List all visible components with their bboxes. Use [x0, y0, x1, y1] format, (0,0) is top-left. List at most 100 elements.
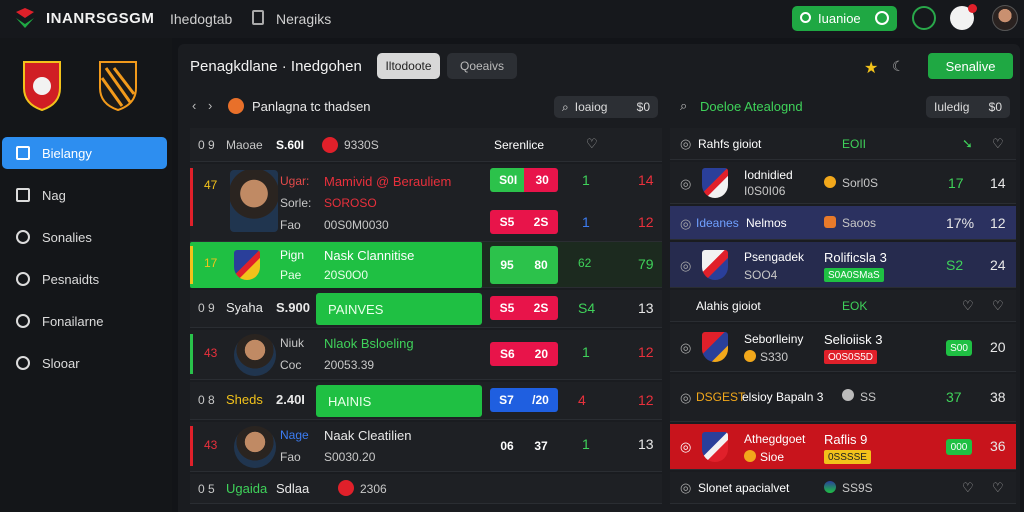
- table-row[interactable]: 43 Nage Naak Cleatilien Fao S0030.20 06 …: [190, 422, 662, 472]
- row-sub-label: Fao: [280, 450, 301, 464]
- bell-icon[interactable]: [912, 6, 936, 30]
- row-sub: Sorl0S: [842, 176, 879, 190]
- table-row[interactable]: 43 Niuk Nlaok Bsloeling Coc 20053.39 S6 …: [190, 330, 662, 380]
- header-action-label: Iuanioe: [818, 11, 861, 26]
- score-home: S0I: [499, 173, 518, 187]
- table-row[interactable]: ◎ Slonet apacialvet SS9S ♡ ♡: [670, 472, 1016, 504]
- sub-name: Maoae: [226, 138, 263, 152]
- refresh-icon: [875, 11, 889, 25]
- target-icon: ◎: [680, 340, 692, 355]
- row-line: SOO4: [744, 268, 778, 282]
- target-icon: ◎: [680, 439, 692, 454]
- table-row[interactable]: ◎ Rahfs gioiot EOII ➘ ♡: [670, 128, 1016, 160]
- heart-icon[interactable]: ♡: [962, 298, 974, 314]
- stat-value: 1: [582, 344, 590, 360]
- table-row[interactable]: ◎ DSGEST elsioy Bapaln 3 SS 37 38: [670, 374, 1016, 422]
- row-tag: S0A0SMaS: [824, 268, 884, 282]
- document-icon[interactable]: [252, 10, 264, 25]
- club-crest-icon: [99, 61, 137, 112]
- heart-icon[interactable]: ♡: [962, 480, 974, 496]
- chevron-right-icon[interactable]: ›: [208, 98, 212, 113]
- row-sub-label: Sorle:: [280, 196, 312, 210]
- score-away: 37: [534, 439, 548, 453]
- table-row[interactable]: Alahis gioiot EOK ♡ ♡: [670, 290, 1016, 322]
- score-box: S7 /20: [490, 388, 558, 412]
- score-away: 80: [534, 258, 548, 272]
- sidebar-item-label: Fonailarne: [42, 313, 104, 329]
- sidebar-item-0[interactable]: Bielangy: [2, 137, 167, 169]
- row-status-block[interactable]: PAINVES: [316, 293, 482, 325]
- team-icon: [228, 98, 244, 114]
- chevron-left-icon[interactable]: ‹: [192, 98, 196, 113]
- sidebar-item-1[interactable]: Nag: [2, 179, 167, 211]
- table-row[interactable]: 47 Ugar: Mamivid @ Berauliem Sorle: SORO…: [190, 164, 662, 242]
- stat-value: 38: [990, 389, 1006, 405]
- coin-icon: [842, 389, 854, 401]
- row-sub-label: Pae: [280, 268, 302, 282]
- sidebar-item-4[interactable]: Fonailarne: [2, 305, 167, 337]
- table-row[interactable]: 0 9 Syaha S.900 PAINVES S5 2S S4 13: [190, 290, 662, 328]
- row-sub-value: S0030.20: [324, 450, 376, 464]
- primary-cta-button[interactable]: Senalive: [928, 53, 1013, 79]
- row-name: Ugar:: [280, 174, 310, 188]
- player-photo: [234, 426, 276, 468]
- header-action-button[interactable]: Iuanioe: [792, 6, 897, 31]
- team-crest-icon: [702, 332, 728, 362]
- heart-icon[interactable]: ♡: [992, 480, 1004, 496]
- table-row[interactable]: 0 9 Maoae S.60I 9330S Serenlice ♡: [190, 128, 662, 162]
- nav-link-primary[interactable]: Ihedogtab: [170, 11, 232, 27]
- tab-secondary[interactable]: Qoeaivs: [447, 53, 517, 79]
- score-away: 30: [535, 173, 549, 187]
- heart-icon[interactable]: ♡: [586, 136, 598, 152]
- row-title: Selioiisk 3: [824, 332, 883, 347]
- row-sub: SS: [860, 390, 877, 404]
- nav-link-secondary[interactable]: Neragiks: [276, 11, 331, 27]
- user-avatar[interactable]: [992, 5, 1018, 31]
- table-row[interactable]: 0 8 Sheds 2.40I HAINIS S7 /20 4 12: [190, 382, 662, 420]
- coin-icon: [744, 350, 756, 362]
- sidebar-item-3[interactable]: Pesnaidts: [2, 263, 167, 295]
- target-icon: ◎: [680, 390, 692, 405]
- tab-active[interactable]: Iltodoote: [377, 53, 440, 79]
- row-rank: 43: [204, 346, 218, 360]
- sidebar-item-2[interactable]: Sonalies: [2, 221, 167, 253]
- row-name: Ugaida: [226, 481, 268, 496]
- row-title: Raflis 9: [824, 432, 868, 447]
- notification-icon[interactable]: [950, 4, 977, 30]
- left-search-label: Ioaiog: [574, 100, 608, 114]
- table-row[interactable]: ◎ Psengadek SOO4 Rolificsla 3 S0A0SMaS S…: [670, 242, 1016, 288]
- row-sub-label: Fao: [280, 218, 301, 232]
- table-row[interactable]: ◎ Athegdgoet Sioe Raflis 9 0SSSSE 000 36: [670, 424, 1016, 470]
- table-row[interactable]: 0 5 Ugaida Sdlaa 2306: [190, 474, 662, 504]
- target-icon: ◎: [680, 136, 692, 151]
- row-title: Nask Clannitise: [324, 248, 415, 263]
- row-title: Rahfs gioiot: [698, 137, 762, 151]
- badge-icon: [824, 216, 836, 228]
- notification-dot: [968, 4, 977, 13]
- row-sub-value: 00S0M0030: [324, 218, 389, 232]
- score-box: S0I 30: [490, 168, 558, 192]
- flag-icon: [338, 480, 354, 496]
- heart-icon[interactable]: ♡: [992, 136, 1004, 152]
- heart-icon[interactable]: ♡: [992, 298, 1004, 314]
- star-icon[interactable]: ★: [864, 58, 878, 78]
- row-title: Naak Cleatilien: [324, 428, 412, 443]
- table-row[interactable]: 17 Pign Nask Clannitise Pae 20S0O0 95 80…: [190, 242, 662, 288]
- table-row[interactable]: ◎ Iodnidied I0S0I06 Sorl0S 17 14: [670, 162, 1016, 204]
- sidebar-item-label: Nag: [42, 187, 66, 203]
- minus-circle-icon: [16, 230, 30, 244]
- score-box: 95 80: [490, 246, 558, 284]
- row-sub: Sioe: [760, 450, 785, 464]
- left-search[interactable]: ⌕ Ioaiog $0: [554, 96, 658, 118]
- sidebar-item-5[interactable]: Slooar: [2, 347, 167, 379]
- table-row[interactable]: ◎ Ideanes Nelmos Saoos 17% 12: [670, 206, 1016, 240]
- table-row[interactable]: ◎ Seborlleiny S330 Selioiisk 3 O0S0S5D S…: [670, 324, 1016, 372]
- badge-icon: [824, 481, 836, 493]
- search-icon[interactable]: ⌕: [680, 98, 687, 114]
- row-status-block[interactable]: HAINIS: [316, 385, 482, 417]
- right-search[interactable]: Iuledig $0: [926, 96, 1010, 118]
- row-rank: 47: [204, 178, 218, 192]
- row-left: Ideanes: [696, 216, 739, 230]
- moon-icon[interactable]: ☾: [892, 58, 905, 75]
- row-tag: EOK: [842, 299, 868, 313]
